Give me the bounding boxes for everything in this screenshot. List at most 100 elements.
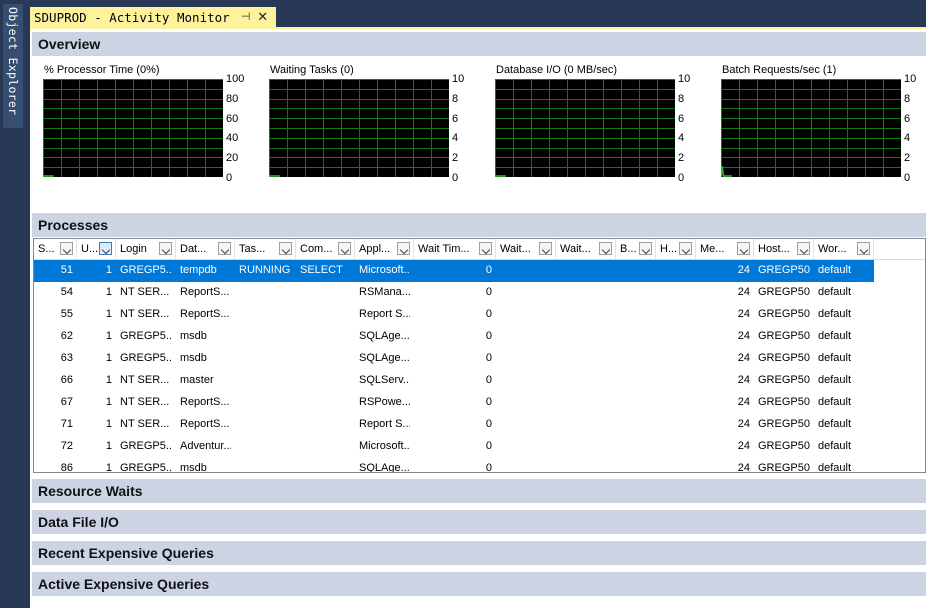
cell-wait-time: 0 [485,308,492,320]
cell-workload-group: default [818,352,852,364]
cell-user-process: 1 [105,308,112,320]
column-header-label: Host... [758,243,790,255]
cell-session-id: 51 [60,264,73,276]
resource-waits-title: Resource Waits [38,483,143,499]
column-header-memory-use[interactable]: Me... [696,239,754,260]
column-header-wait-type[interactable]: Wait... [496,239,556,260]
processor-time-plot-area [43,79,223,177]
object-explorer-tab[interactable]: Object Explorer [3,4,23,128]
column-header-database[interactable]: Dat... [176,239,235,260]
processes-grid[interactable]: S... U... Login Dat... Tas... Com... Appl... Wa… [33,238,926,473]
column-header-user-process[interactable]: U... [77,239,116,260]
column-filter-dropdown-icon[interactable] [159,242,172,255]
column-filter-dropdown-icon[interactable] [397,242,410,255]
column-filter-dropdown-icon[interactable] [679,242,692,255]
y-tick-label: 100 [226,73,245,85]
column-header-application[interactable]: Appl... [355,239,414,260]
close-icon[interactable]: ✕ [256,10,270,24]
recent-expensive-queries-section-header[interactable]: Recent Expensive Queries [32,541,926,565]
column-filter-dropdown-icon[interactable] [60,242,73,255]
column-filter-dropdown-icon[interactable] [737,242,750,255]
cell-login: NT SER... [120,396,170,408]
column-header-label: B... [620,243,637,255]
column-header-head-blocker[interactable]: H... [656,239,696,260]
cell-database: ReportS... [180,308,230,320]
cell-login: GREGP5... [120,264,172,276]
cell-login: NT SER... [120,374,170,386]
table-row[interactable]: 71 1 NT SER... ReportS... Report S... 0 24 GREG… [34,414,874,436]
overview-section-header[interactable]: Overview [32,32,926,56]
cell-application: RSPowe... [359,396,410,408]
column-filter-dropdown-icon[interactable] [218,242,231,255]
column-header-workload-group[interactable]: Wor... [814,239,874,260]
grid-header: S... U... Login Dat... Tas... Com... Appl... Wa… [34,239,925,260]
cell-login: GREGP5... [120,462,172,473]
y-tick-label: 8 [904,92,911,105]
table-row[interactable]: 62 1 GREGP5... msdb SQLAge... 0 24 GREGP50 defau… [34,326,874,348]
table-row[interactable]: 66 1 NT SER... master SQLServ... 0 24 GREGP50 de… [34,370,874,392]
database-io-plot-area [495,79,675,177]
y-tick-label: 4 [904,132,911,145]
column-header-label: Tas... [239,243,266,255]
column-header-host-name[interactable]: Host... [754,239,814,260]
document-tab[interactable]: SDUPROD - Activity Monitor ⊣ ✕ [30,7,276,27]
cell-application: RSMana... [359,286,410,298]
cell-application: SQLAge... [359,462,410,473]
cell-database: msdb [180,352,207,364]
cell-wait-time: 0 [485,418,492,430]
cell-workload-group: default [818,396,852,408]
cell-login: NT SER... [120,286,170,298]
cell-application: SQLAge... [359,330,410,342]
cell-wait-time: 0 [485,352,492,364]
table-row[interactable]: 67 1 NT SER... ReportS... RSPowe... 0 24 GREGP5… [34,392,874,414]
y-tick-label: 0 [904,172,911,184]
cell-host-name: GREGP50 [758,418,810,430]
column-filter-dropdown-icon[interactable] [857,242,870,255]
column-header-login[interactable]: Login [116,239,176,260]
column-filter-dropdown-icon[interactable] [99,242,112,255]
data-file-io-section-header[interactable]: Data File I/O [32,510,926,534]
column-filter-dropdown-icon[interactable] [338,242,351,255]
cell-memory-use: 24 [737,352,750,364]
cell-host-name: GREGP50 [758,286,810,298]
column-header-blocked-by[interactable]: B... [616,239,656,260]
resource-waits-section-header[interactable]: Resource Waits [32,479,926,503]
batch-requests-chart-title: Batch Requests/sec (1) [722,64,837,76]
batch-requests-plot-area [721,79,901,177]
column-filter-dropdown-icon[interactable] [279,242,292,255]
cell-database: Adventur... [180,440,231,452]
y-tick-label: 60 [226,112,239,125]
cell-session-id: 67 [60,396,73,408]
column-filter-dropdown-icon[interactable] [479,242,492,255]
table-row[interactable]: 51 1 GREGP5... tempdb RUNNING SELECT Microsoft… [34,260,874,282]
data-file-io-title: Data File I/O [38,514,119,530]
active-expensive-queries-section-header[interactable]: Active Expensive Queries [32,572,926,596]
column-header-wait-time[interactable]: Wait Tim... [414,239,496,260]
cell-user-process: 1 [105,352,112,364]
cell-workload-group: default [818,286,852,298]
column-filter-dropdown-icon[interactable] [797,242,810,255]
table-row[interactable]: 55 1 NT SER... ReportS... Report S... 0 24 GREG… [34,304,874,326]
column-filter-dropdown-icon[interactable] [539,242,552,255]
cell-application: SQLServ... [359,374,410,386]
cell-session-id: 72 [60,440,73,452]
processes-section-header[interactable]: Processes [32,213,926,237]
cell-host-name: GREGP50 [758,374,810,386]
pin-icon[interactable]: ⊣ [240,11,252,23]
column-header-command[interactable]: Com... [296,239,355,260]
column-header-wait-resource[interactable]: Wait... [556,239,616,260]
recent-expensive-queries-title: Recent Expensive Queries [38,545,214,561]
table-row[interactable]: 54 1 NT SER... ReportS... RSMana... 0 24 GREGP5… [34,282,874,304]
table-row[interactable]: 63 1 GREGP5... msdb SQLAge... 0 24 GREGP50 defau… [34,348,874,370]
cell-wait-time: 0 [485,440,492,452]
column-filter-dropdown-icon[interactable] [639,242,652,255]
column-header-session-id[interactable]: S... [34,239,77,260]
y-tick-label: 0 [452,172,459,184]
y-tick-label: 6 [904,112,911,125]
cell-memory-use: 24 [737,330,750,342]
table-row[interactable]: 86 1 GREGP5... msdb SQLAge... 0 24 GREGP50 defau… [34,458,874,473]
column-header-task-state[interactable]: Tas... [235,239,296,260]
table-row[interactable]: 72 1 GREGP5... Adventur... Microsoft... 0 24 GR… [34,436,874,458]
column-filter-dropdown-icon[interactable] [599,242,612,255]
processor-time-chart: % Processor Time (0%) 100 80 60 40 20 0 [30,64,256,184]
